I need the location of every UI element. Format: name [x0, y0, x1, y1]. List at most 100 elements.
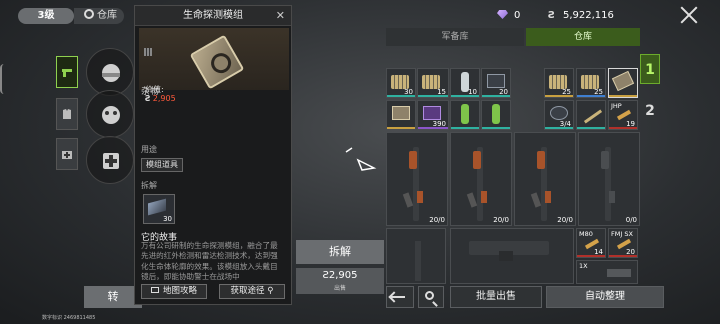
weapon-ammo-count: 20/0 [493, 216, 509, 224]
mask-icon [102, 106, 120, 124]
disassemble-result-item[interactable]: 30 [143, 194, 175, 224]
bullet-icon [616, 109, 632, 121]
ak-rifle-icon [530, 147, 551, 221]
lmg-icon [469, 241, 549, 261]
gun-icon [62, 69, 72, 77]
vest-icon [63, 109, 71, 119]
green-canister-icon [492, 104, 500, 124]
weapon-category-tab[interactable] [56, 56, 78, 88]
pistol-icon [415, 241, 421, 281]
page-1-tab[interactable]: 1 [640, 54, 660, 84]
grid-item[interactable] [450, 100, 480, 130]
coin-currency: Ƨ 5,922,116 [548, 10, 614, 21]
popup-close-icon[interactable]: ✕ [276, 6, 285, 26]
grid-item[interactable]: 390 [417, 100, 449, 130]
green-canister-icon [461, 104, 469, 124]
weapon-ammo-count: 0/0 [625, 216, 637, 224]
back-button[interactable] [386, 286, 414, 308]
grid-item[interactable]: 3/4 [544, 100, 574, 130]
life-detect-module-icon [189, 34, 245, 90]
disassemble-qty: 30 [163, 215, 172, 223]
grid-item[interactable] [450, 228, 574, 284]
weapon-slot[interactable]: 20/0 [450, 132, 512, 226]
story-text: 万有公司研制的生命探测模组，融合了最先进的红外检测和雷达检测技术，达到强化生命体… [141, 241, 278, 282]
helmet-slot[interactable] [86, 48, 134, 96]
gem-count: 0 [514, 10, 521, 21]
weapon-ammo-count: 20/0 [429, 216, 445, 224]
map-guide-label: 地图攻略 [162, 286, 197, 296]
item-preview: 价值: Ƨ 2,905 [139, 28, 289, 103]
grid-item[interactable]: 1X [576, 260, 638, 284]
obtain-label: 获取途径 [230, 286, 265, 296]
weapon-slot[interactable]: 20/0 [386, 132, 448, 226]
grid-item[interactable]: 20 [481, 68, 511, 98]
grid-item[interactable]: 25 [544, 68, 574, 98]
material-icon [148, 198, 166, 216]
scope-icon [550, 106, 568, 120]
item-detail-popup: 生命探测模组 ✕ 价值: Ƨ 2,905 杂物 用途 模组道具 拆解 30 它的故… [134, 5, 292, 305]
knife-icon [583, 109, 603, 124]
grid-item-selected[interactable] [608, 68, 638, 98]
map-guide-button[interactable]: 地图攻略 [141, 284, 207, 299]
module-icon [611, 70, 635, 92]
batch-sell-button[interactable]: 批量出售 [450, 286, 542, 308]
tab-warehouse[interactable]: 仓库 [526, 28, 640, 46]
sell-price-value: 2,905 [328, 270, 358, 281]
gem-currency: 0 [497, 10, 520, 21]
coin-count: 5,922,116 [563, 10, 614, 21]
module-icon [392, 106, 410, 120]
page-2-tab[interactable]: 2 [640, 96, 660, 126]
grid-item[interactable] [386, 228, 446, 284]
grid-item[interactable] [481, 100, 511, 130]
grid-item[interactable]: FMJ SX 20 [608, 228, 638, 258]
medical-slot[interactable] [86, 136, 134, 184]
armor-category-tab[interactable] [56, 98, 78, 130]
search-button[interactable] [418, 286, 444, 308]
mask-slot[interactable] [86, 90, 134, 138]
sell-button[interactable]: Ƨ2,905 出售 [296, 268, 384, 294]
close-icon[interactable] [680, 6, 698, 24]
grid-item[interactable]: 15 [417, 68, 449, 98]
medkit-slot-icon [103, 153, 119, 169]
ammo-stack-icon [607, 269, 631, 277]
weapon-slot[interactable]: 20/0 [514, 132, 576, 226]
disassemble-title: 拆解 [141, 181, 157, 190]
warehouse-gear-icon [84, 9, 94, 19]
diamond-icon [497, 10, 508, 19]
weapon-ammo-count: 20/0 [557, 216, 573, 224]
grid-size-icon [144, 48, 152, 56]
medical-category-tab[interactable] [56, 138, 78, 170]
arrow-left-icon [391, 296, 405, 298]
grid-item[interactable]: 10 [450, 68, 480, 98]
medkit-icon [62, 151, 72, 159]
tab-armory[interactable]: 军备库 [386, 28, 524, 46]
ammo-icon [391, 75, 409, 89]
auto-sort-button[interactable]: 自动整理 [546, 286, 664, 308]
ammo-type-tag: FMJ SX [611, 230, 633, 238]
ammo-icon [581, 75, 599, 89]
grid-item[interactable] [576, 100, 606, 130]
grid-item[interactable]: JHP 19 [608, 100, 638, 130]
weapon-slot[interactable]: 0/0 [578, 132, 640, 226]
sell-label: 出售 [333, 285, 346, 292]
rifle-icon [601, 147, 615, 221]
tool-case-icon [487, 74, 505, 88]
player-level-badge: 3级 [18, 8, 74, 24]
ammo-icon [422, 75, 440, 89]
warehouse-tab[interactable]: 仓库 [74, 8, 124, 24]
ammo-icon [549, 75, 567, 89]
usage-tag[interactable]: 模组道具 [141, 158, 183, 172]
obtain-route-button[interactable]: 获取途径 ⚲ [219, 284, 285, 299]
ak-rifle-icon [466, 147, 487, 221]
grid-item[interactable]: 25 [576, 68, 606, 98]
ammo-type-tag: 1X [579, 262, 588, 270]
grid-item[interactable]: M80 14 [576, 228, 606, 258]
ammo-type-tag: M80 [579, 230, 593, 238]
grid-item[interactable]: 30 [386, 68, 416, 98]
popup-header: 生命探测模组 ✕ [135, 6, 291, 26]
search-small-icon: ⚲ [267, 286, 274, 296]
disassemble-button[interactable]: 拆解 [296, 240, 384, 264]
item-category: 杂物 [141, 87, 160, 97]
search-icon [425, 291, 434, 300]
grid-item[interactable] [386, 100, 416, 130]
